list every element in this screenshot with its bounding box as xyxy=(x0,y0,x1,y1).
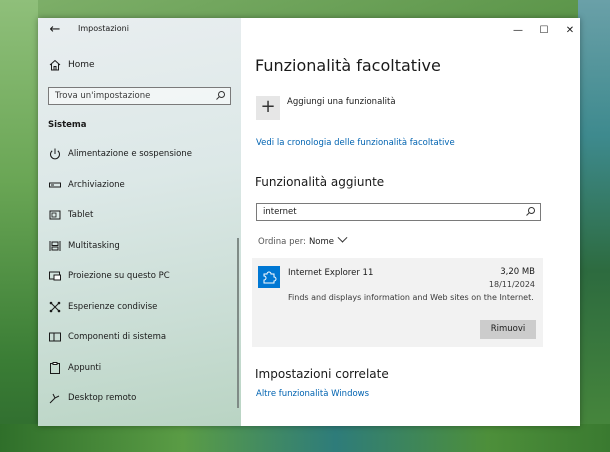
remote-desktop-icon xyxy=(49,393,60,404)
plus-icon: + xyxy=(260,96,276,117)
sort-label: Ordina per: xyxy=(258,237,306,247)
home-icon xyxy=(49,59,61,71)
feature-search-value: internet xyxy=(263,207,297,217)
window-title: Impostazioni xyxy=(78,24,129,33)
clipboard-icon xyxy=(50,362,60,374)
sort-value: Nome xyxy=(308,237,335,247)
sidebar-item-label: Archiviazione xyxy=(68,180,125,190)
sidebar-item-label: Appunti xyxy=(68,363,102,373)
storage-icon xyxy=(49,182,61,188)
search-icon[interactable] xyxy=(215,90,226,101)
sidebar-item-tablet[interactable]: Tablet xyxy=(38,204,238,226)
settings-search-input[interactable]: Trova un'impostazione xyxy=(48,87,231,105)
back-arrow-icon[interactable]: ← xyxy=(47,22,63,38)
sidebar-item-power[interactable]: Alimentazione e sospensione xyxy=(38,143,238,165)
search-icon[interactable] xyxy=(525,206,536,217)
add-feature-label[interactable]: Aggiungi una funzionalità xyxy=(287,97,396,107)
sidebar-item-system-components[interactable]: Componenti di sistema xyxy=(38,326,238,348)
projection-icon xyxy=(49,271,61,281)
windows-features-link[interactable]: Altre funzionalità Windows xyxy=(256,389,369,399)
sidebar-item-shared-experiences[interactable]: Esperienze condivise xyxy=(38,296,238,318)
sidebar-titlebar: ← Impostazioni xyxy=(38,18,241,44)
feature-description: Finds and displays information and Web s… xyxy=(288,293,534,302)
sidebar-item-projection[interactable]: Proiezione su questo PC xyxy=(38,265,238,287)
section-title-sistema: Sistema xyxy=(48,120,87,130)
wallpaper-right-strip xyxy=(578,0,610,452)
puzzle-piece-icon xyxy=(258,266,280,288)
sidebar-item-label: Tablet xyxy=(68,210,94,220)
close-button[interactable]: ✕ xyxy=(559,23,580,39)
feature-name: Internet Explorer 11 xyxy=(288,268,374,278)
sidebar: ← Impostazioni Home Trova un'impostazion… xyxy=(38,18,241,426)
feature-date: 18/11/2024 xyxy=(488,280,535,289)
history-link[interactable]: Vedi la cronologia delle funzionalità fa… xyxy=(256,138,455,148)
chevron-down-icon xyxy=(337,232,348,243)
related-settings-title: Impostazioni correlate xyxy=(255,367,389,381)
sidebar-item-label: Alimentazione e sospensione xyxy=(68,149,192,159)
installed-features-title: Funzionalità aggiunte xyxy=(255,175,385,189)
sidebar-item-label: Proiezione su questo PC xyxy=(68,271,170,281)
sidebar-item-label: Desktop remoto xyxy=(68,393,137,403)
feature-size: 3,20 MB xyxy=(500,267,535,277)
maximize-button[interactable]: ☐ xyxy=(533,23,555,39)
tablet-icon xyxy=(49,210,61,220)
sidebar-item-multitasking[interactable]: Multitasking xyxy=(38,235,238,257)
minimize-button[interactable]: — xyxy=(507,23,529,39)
power-icon xyxy=(50,148,60,160)
add-feature-button[interactable]: + xyxy=(256,96,280,120)
feature-item-internet-explorer[interactable]: Internet Explorer 11 3,20 MB 18/11/2024 … xyxy=(252,258,543,347)
search-placeholder: Trova un'impostazione xyxy=(55,91,151,101)
sidebar-item-label: Componenti di sistema xyxy=(68,332,167,342)
remove-button[interactable]: Rimuovi xyxy=(480,320,536,339)
feature-search-input[interactable]: internet xyxy=(256,203,541,221)
multitasking-icon xyxy=(49,241,61,251)
sidebar-item-clipboard[interactable]: Appunti xyxy=(38,357,238,379)
page-title: Funzionalità facoltative xyxy=(255,56,441,75)
sidebar-item-remote-desktop[interactable]: Desktop remoto xyxy=(38,387,238,409)
wallpaper-left-strip xyxy=(0,0,38,452)
wallpaper-bottom-strip xyxy=(0,424,610,452)
settings-window: ← Impostazioni Home Trova un'impostazion… xyxy=(38,18,580,426)
sidebar-item-home[interactable]: Home xyxy=(38,56,241,76)
sort-dropdown[interactable]: Ordina per: Nome xyxy=(258,232,348,247)
sidebar-item-label: Esperienze condivise xyxy=(68,302,158,312)
shared-experiences-icon xyxy=(49,301,61,313)
system-components-icon xyxy=(49,332,61,342)
sidebar-scrollbar[interactable] xyxy=(237,238,239,408)
sidebar-item-storage[interactable]: Archiviazione xyxy=(38,174,238,196)
main-panel: — ☐ ✕ Funzionalità facoltative + Aggiung… xyxy=(241,18,580,426)
home-label: Home xyxy=(68,60,95,70)
sidebar-item-label: Multitasking xyxy=(68,241,120,251)
